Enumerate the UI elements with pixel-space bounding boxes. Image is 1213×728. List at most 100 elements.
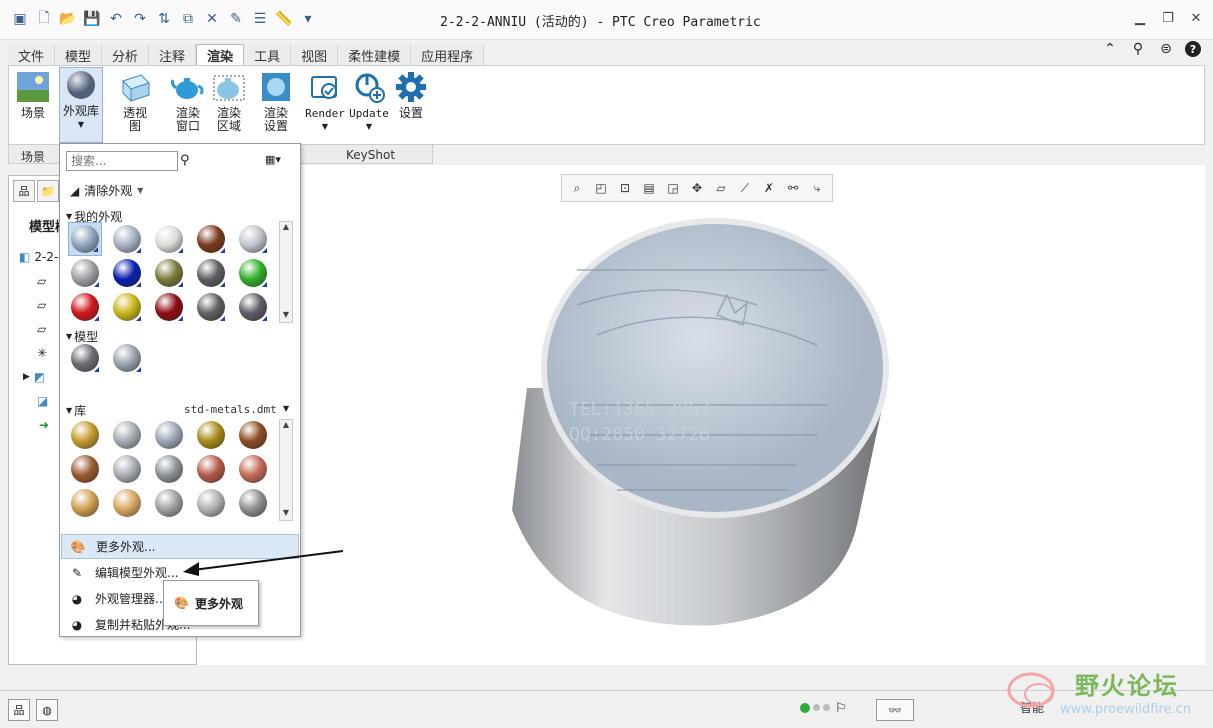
search-input[interactable]	[66, 151, 178, 171]
app-icon[interactable]: ▣	[10, 9, 30, 29]
tree-item-insert-here[interactable]: ➜	[39, 416, 49, 434]
render-window-button[interactable]: 渲染 窗口	[166, 70, 210, 133]
display-style-icon[interactable]: ✥	[686, 177, 708, 199]
folder-browser-tab-icon[interactable]: 📁	[37, 180, 59, 202]
browser-toggle-icon[interactable]: ◍	[36, 699, 58, 721]
save-icon[interactable]: 💾	[82, 9, 102, 29]
zoom-in-cube-icon[interactable]: ◰	[590, 177, 612, 199]
tab-model[interactable]: 模型	[55, 44, 103, 66]
appearance-library-button[interactable]: 外观库 ▼	[59, 67, 103, 143]
appearance-swatch[interactable]	[68, 452, 102, 486]
appearance-swatch[interactable]	[194, 486, 228, 520]
appearance-swatch[interactable]	[68, 290, 102, 324]
tab-view[interactable]: 视图	[291, 44, 339, 66]
point-display-icon[interactable]: ✗	[758, 177, 780, 199]
clear-appearance-button[interactable]: ◢ 清除外观 ▼	[70, 182, 143, 199]
tree-item-datum-plane-3[interactable]: ▱	[37, 320, 46, 338]
appearance-swatch[interactable]	[152, 256, 186, 290]
appearance-swatch[interactable]	[110, 486, 144, 520]
appearance-swatch[interactable]	[152, 222, 186, 256]
perspective-view-button[interactable]: 透视 图	[113, 70, 157, 133]
appearance-swatch[interactable]	[68, 256, 102, 290]
windows-icon[interactable]: ⧉	[178, 9, 198, 29]
appearance-swatch[interactable]	[110, 222, 144, 256]
layers-icon[interactable]: ☰	[250, 9, 270, 29]
appearance-swatch[interactable]	[110, 256, 144, 290]
datum-axes-icon[interactable]: ⟋	[734, 177, 756, 199]
graphics-window[interactable]: TEL:1365 3963 QQ:2850 32720	[197, 165, 1205, 665]
saved-views-icon[interactable]: ◲	[662, 177, 684, 199]
repaint-icon[interactable]: ▤	[638, 177, 660, 199]
refit-icon[interactable]: ⌕	[566, 177, 588, 199]
tree-item-datum-plane-2[interactable]: ▱	[37, 296, 46, 314]
appearance-swatch[interactable]	[236, 486, 270, 520]
appearance-swatch[interactable]	[110, 341, 144, 375]
appearance-swatch[interactable]	[194, 452, 228, 486]
annotation-display-icon[interactable]: ⤷	[806, 177, 828, 199]
section-library[interactable]: ▼ 库	[66, 402, 86, 419]
maximize-icon[interactable]: ❐	[1159, 8, 1177, 28]
new-file-icon[interactable]: 🗋	[34, 9, 54, 29]
find-icon[interactable]: 👓	[876, 699, 914, 721]
tree-item-datum-plane-1[interactable]: ▱	[37, 272, 46, 290]
tree-item-extrude[interactable]: ▶ ◩	[23, 368, 45, 386]
search-icon[interactable]: ⚲	[180, 153, 190, 168]
close-window-icon[interactable]: ✕	[202, 9, 222, 29]
appearance-swatch[interactable]	[194, 222, 228, 256]
tab-annotate[interactable]: 注释	[149, 44, 197, 66]
appearance-swatch[interactable]	[236, 452, 270, 486]
library-scrollbar[interactable]: ▲ ▼	[279, 419, 293, 521]
tab-tools[interactable]: 工具	[244, 44, 292, 66]
appearance-swatch[interactable]	[194, 418, 228, 452]
scene-button[interactable]: 场景	[11, 70, 55, 120]
appearance-swatch[interactable]	[68, 418, 102, 452]
keyshot-render-button[interactable]: Render ▼	[303, 70, 347, 133]
datum-planes-icon[interactable]: ▱	[710, 177, 732, 199]
help-icon[interactable]: ?	[1185, 41, 1201, 57]
appearance-swatch[interactable]	[68, 222, 102, 256]
edit-icon[interactable]: ✎	[226, 9, 246, 29]
customize-qat-icon[interactable]: ▾	[298, 9, 318, 29]
view-options-icon[interactable]: ▦▾	[265, 153, 281, 166]
appearance-swatch[interactable]	[110, 290, 144, 324]
csys-display-icon[interactable]: ⚯	[782, 177, 804, 199]
regenerate-icon[interactable]: ⇅	[154, 9, 174, 29]
tab-flexible-modeling[interactable]: 柔性建模	[338, 44, 412, 66]
community-icon[interactable]: ⊜	[1157, 40, 1175, 58]
model-tree-tab-icon[interactable]: 品	[13, 180, 35, 202]
search-icon[interactable]: ⚲	[1129, 40, 1147, 58]
flag-icon[interactable]: ⚐	[835, 701, 847, 716]
keyshot-settings-button[interactable]: 设置	[389, 70, 433, 120]
zoom-out-icon[interactable]: ⊡	[614, 177, 636, 199]
open-folder-icon[interactable]: 📂	[58, 9, 78, 29]
appearance-swatch[interactable]	[152, 418, 186, 452]
appearance-swatch[interactable]	[68, 341, 102, 375]
tree-item-feature[interactable]: ◪	[37, 392, 48, 410]
redo-icon[interactable]: ↷	[130, 9, 150, 29]
appearance-swatch[interactable]	[236, 222, 270, 256]
collapse-ribbon-icon[interactable]: ⌃	[1101, 40, 1119, 58]
keyshot-update-button[interactable]: Update ▼	[347, 70, 391, 133]
render-region-button[interactable]: 渲染 区域	[207, 70, 251, 133]
appearance-swatch[interactable]	[152, 290, 186, 324]
appearance-swatch[interactable]	[110, 452, 144, 486]
tab-file[interactable]: 文件	[8, 44, 56, 66]
close-icon[interactable]: ✕	[1187, 8, 1205, 28]
appearance-swatch[interactable]	[194, 256, 228, 290]
my-appearances-scrollbar[interactable]: ▲ ▼	[279, 221, 293, 323]
appearance-swatch[interactable]	[68, 486, 102, 520]
appearance-swatch[interactable]	[152, 486, 186, 520]
appearance-swatch[interactable]	[194, 290, 228, 324]
measure-icon[interactable]: 📏	[274, 9, 294, 29]
chevron-down-icon[interactable]: ▼	[283, 404, 289, 413]
appearance-swatch[interactable]	[152, 452, 186, 486]
appearance-swatch[interactable]	[236, 256, 270, 290]
undo-icon[interactable]: ↶	[106, 9, 126, 29]
appearance-swatch[interactable]	[236, 418, 270, 452]
appearance-swatch[interactable]	[110, 418, 144, 452]
appearance-swatch[interactable]	[236, 290, 270, 324]
tab-applications[interactable]: 应用程序	[411, 44, 485, 66]
tab-render[interactable]: 渲染	[196, 44, 245, 66]
navigator-toggle-icon[interactable]: 品	[8, 699, 30, 721]
render-setup-button[interactable]: 渲染 设置	[254, 70, 298, 133]
